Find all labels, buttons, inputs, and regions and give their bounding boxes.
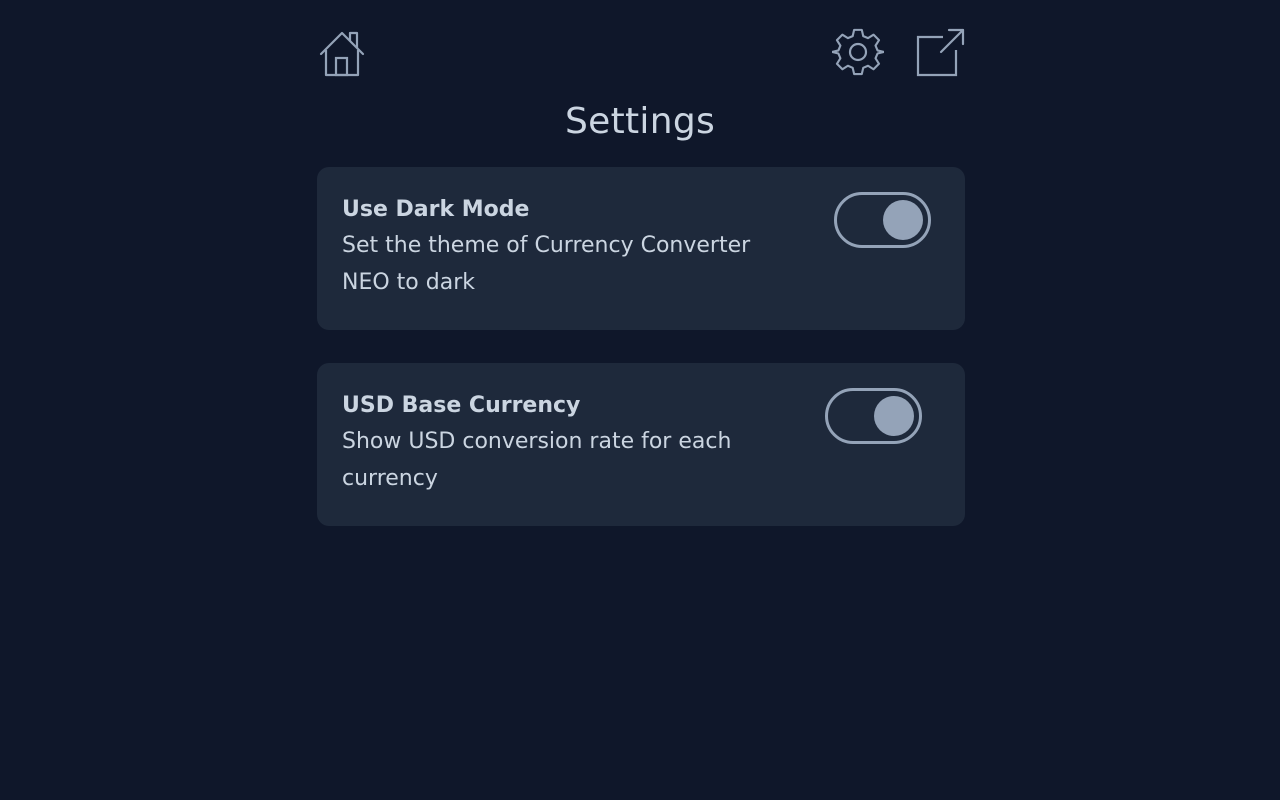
setting-card-usd-base-currency: USD Base Currency Show USD conversion ra… — [317, 363, 965, 526]
gear-icon — [832, 27, 884, 79]
setting-description: Set the theme of Currency Converter NEO … — [342, 233, 751, 295]
home-button[interactable] — [317, 28, 367, 78]
external-link-icon — [915, 28, 965, 78]
page-title: Settings — [564, 101, 716, 142]
settings-screen: Settings Use Dark Mode Set the theme of … — [0, 0, 1280, 800]
top-bar — [317, 28, 965, 78]
dark-mode-toggle[interactable] — [834, 192, 931, 248]
setting-card-dark-mode: Use Dark Mode Set the theme of Currency … — [317, 167, 965, 330]
settings-button[interactable] — [832, 27, 884, 79]
setting-description: Show USD conversion rate for each curren… — [342, 429, 732, 491]
setting-text: Use Dark Mode Set the theme of Currency … — [342, 193, 792, 301]
toggle-knob — [874, 396, 914, 436]
setting-text: USD Base Currency Show USD conversion ra… — [342, 389, 792, 497]
house-icon — [317, 28, 367, 78]
usd-base-currency-toggle[interactable] — [825, 388, 922, 444]
toggle-knob — [883, 200, 923, 240]
setting-title: USD Base Currency — [342, 393, 581, 418]
open-external-button[interactable] — [915, 28, 965, 78]
setting-title: Use Dark Mode — [342, 197, 530, 222]
